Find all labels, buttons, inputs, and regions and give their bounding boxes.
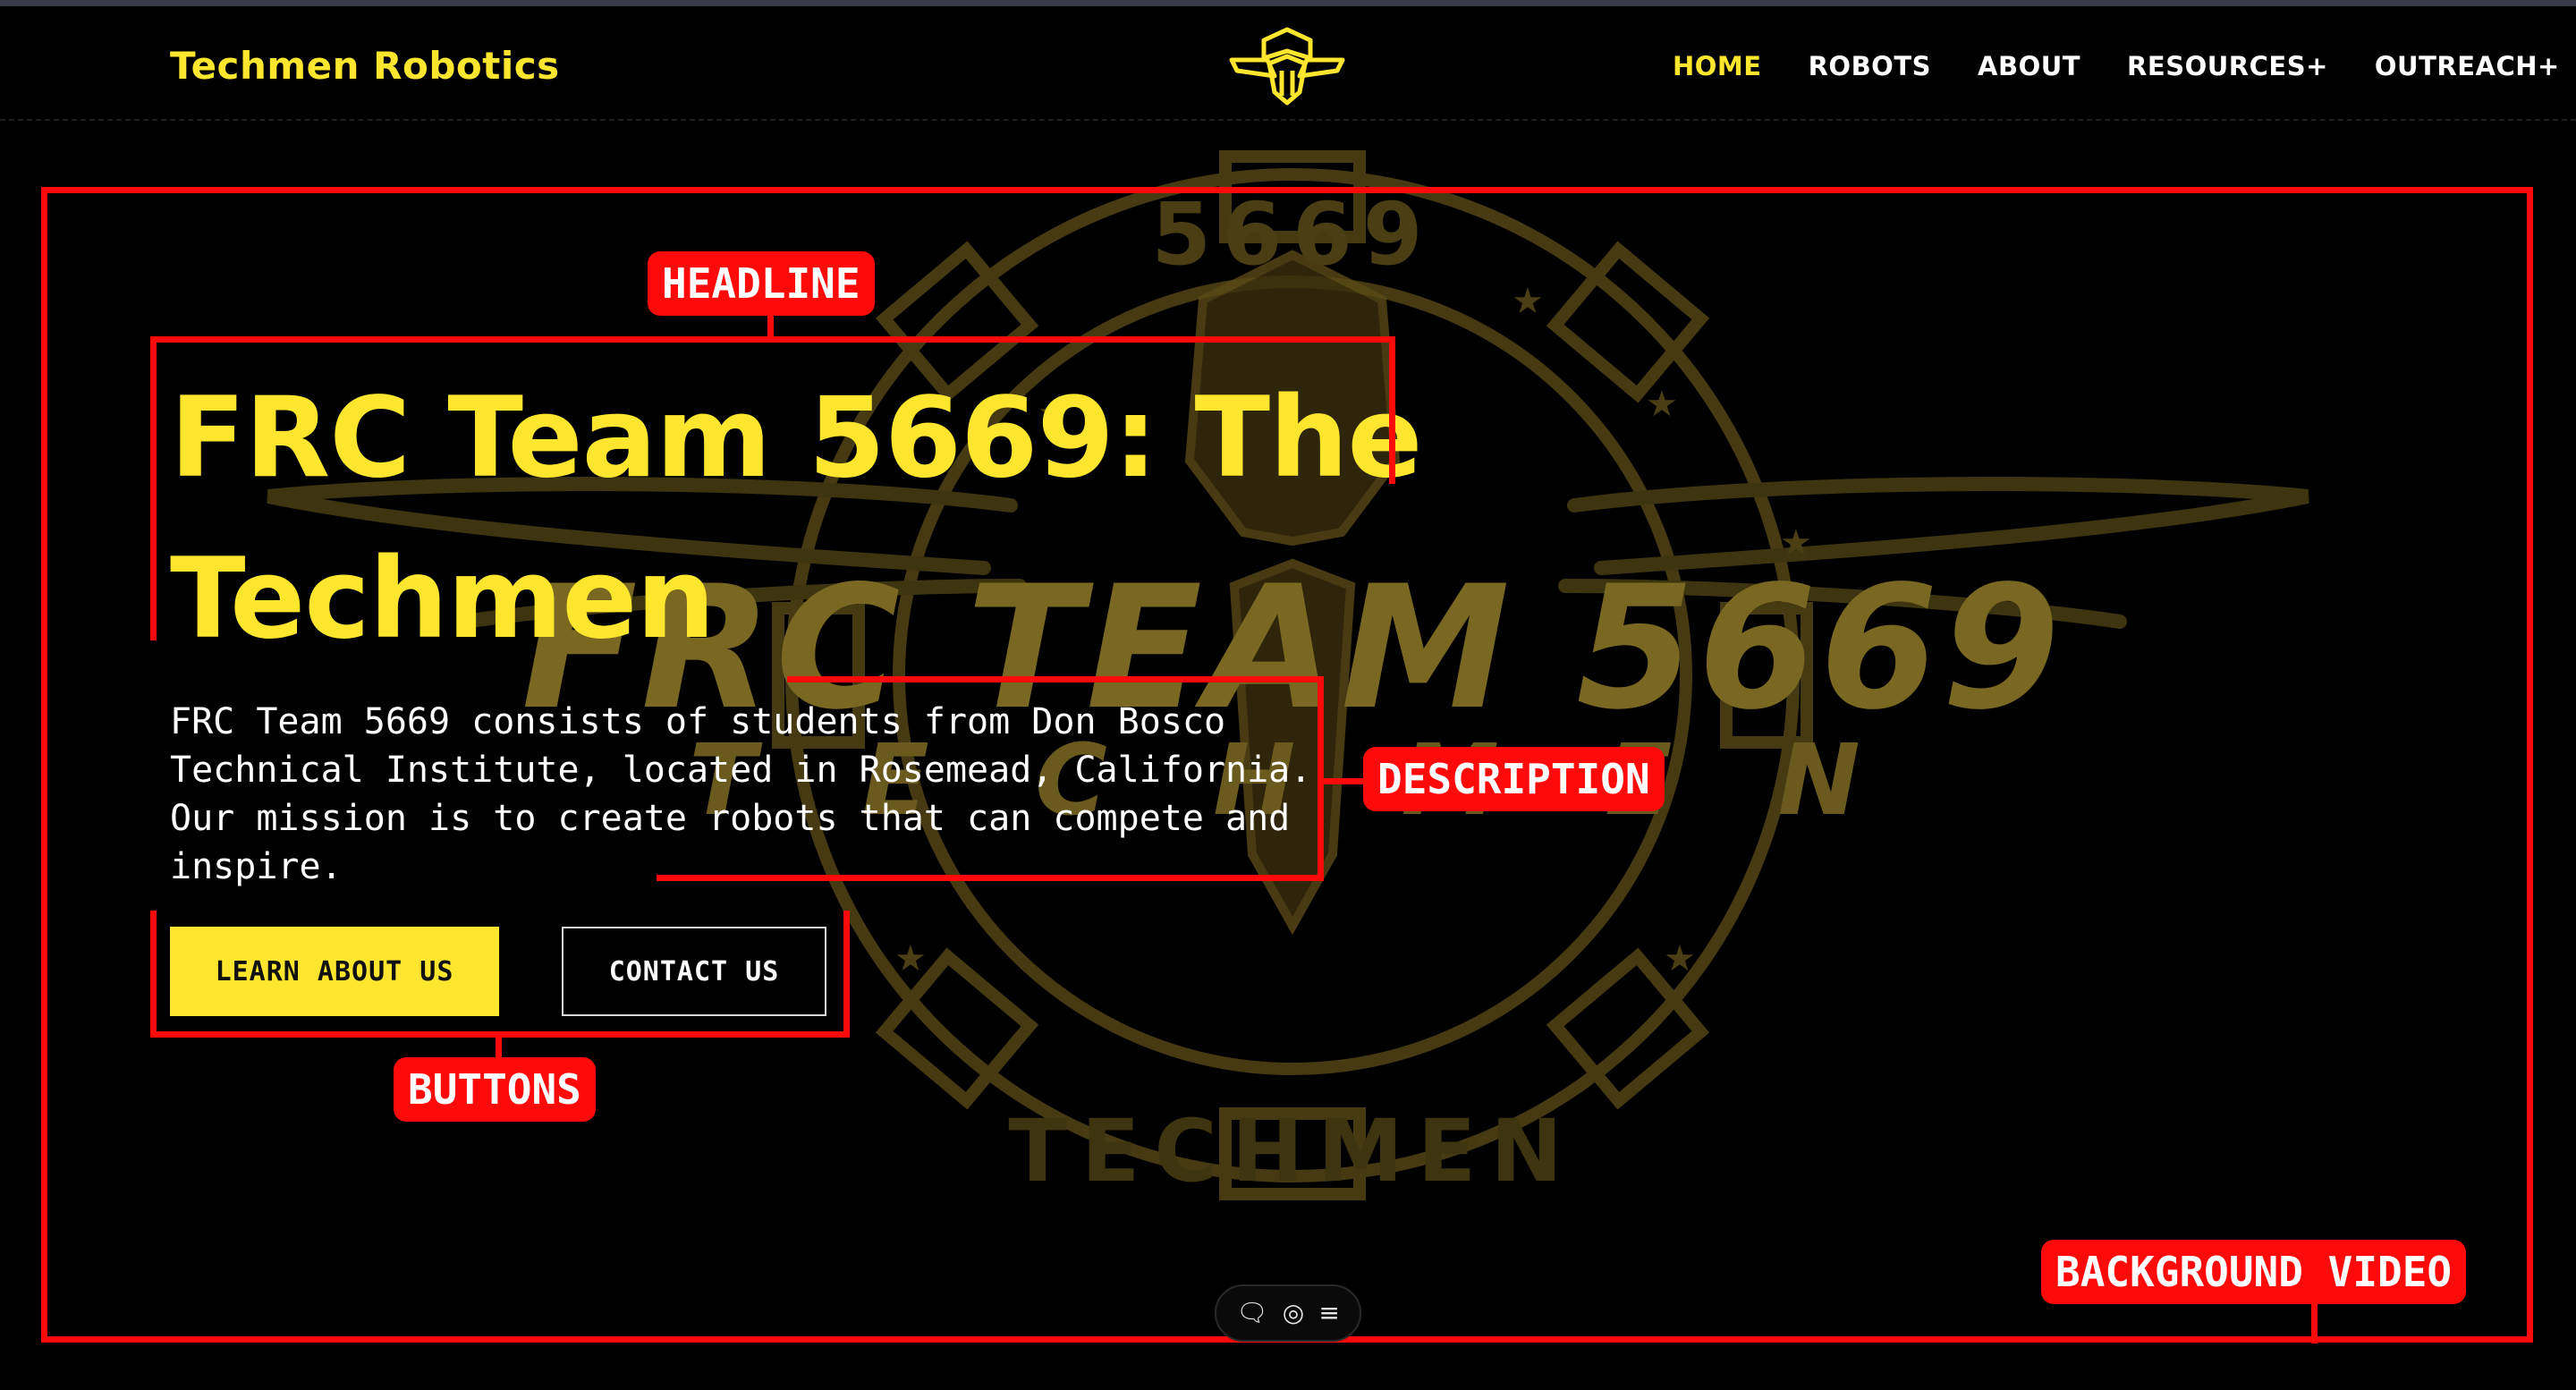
brand-link[interactable]: Techmen Robotics bbox=[170, 44, 560, 88]
buttons-annotation-connector bbox=[496, 1036, 502, 1059]
buttons-annotation-left bbox=[150, 911, 157, 1038]
nav-link-resources[interactable]: RESOURCES+ bbox=[2127, 51, 2328, 81]
headline-annotation-label: HEADLINE bbox=[648, 251, 875, 316]
nav-link-about[interactable]: ABOUT bbox=[1978, 51, 2080, 81]
buttons-annotation-right bbox=[843, 911, 850, 1038]
background-video-annotation-connector bbox=[2311, 1301, 2318, 1343]
headline-annotation-box bbox=[150, 336, 1395, 640]
floating-toolbar: 🗨 ◎ ≡ bbox=[1215, 1284, 1361, 1342]
menu-icon[interactable]: ≡ bbox=[1318, 1301, 1339, 1326]
techmen-helmet-logo-icon[interactable] bbox=[1228, 24, 1346, 106]
window-top-border bbox=[0, 0, 2576, 6]
nav-link-home[interactable]: HOME bbox=[1673, 51, 1762, 81]
nav-links: HOME ROBOTS ABOUT RESOURCES+ OUTREACH+ bbox=[1673, 51, 2576, 81]
description-annotation-right bbox=[1318, 676, 1324, 881]
description-annotation-top bbox=[787, 676, 1324, 682]
description-annotation-connector bbox=[1324, 778, 1365, 784]
headline-annotation-right-edge bbox=[1389, 336, 1395, 484]
description-annotation-bottom bbox=[657, 875, 1324, 881]
description-annotation-label: DESCRIPTION bbox=[1363, 747, 1665, 811]
nav-link-robots[interactable]: ROBOTS bbox=[1809, 51, 1931, 81]
headline-annotation-connector bbox=[767, 313, 774, 340]
nav-link-outreach[interactable]: OUTREACH+ bbox=[2375, 51, 2560, 81]
comment-icon[interactable]: 🗨 bbox=[1236, 1301, 1268, 1326]
background-video-annotation-label: BACKGROUND VIDEO bbox=[2041, 1240, 2467, 1304]
eye-icon[interactable]: ◎ bbox=[1283, 1301, 1304, 1326]
navbar: Techmen Robotics HOME ROBOTS ABOUT RESOU… bbox=[0, 6, 2576, 121]
buttons-annotation-label: BUTTONS bbox=[394, 1057, 596, 1122]
